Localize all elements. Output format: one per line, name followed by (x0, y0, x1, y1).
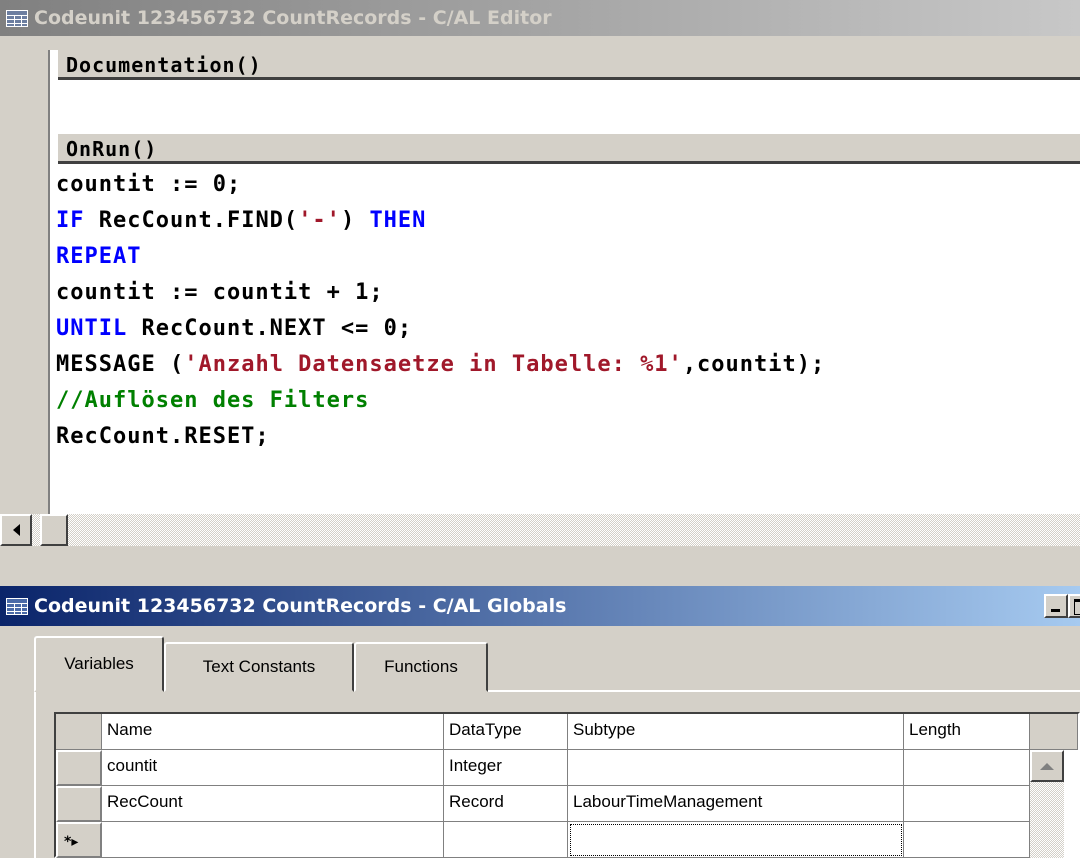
variables-grid[interactable]: Name DataType Subtype Length countit Int… (54, 712, 1080, 858)
editor-horizontal-scrollbar[interactable] (0, 514, 1080, 546)
cell-datatype[interactable] (444, 822, 568, 858)
row-selector[interactable] (56, 750, 102, 786)
code-token: MESSAGE ( (56, 352, 185, 377)
code-line[interactable]: REPEAT (56, 244, 141, 278)
maximize-button[interactable] (1068, 594, 1080, 618)
column-header-length[interactable]: Length (904, 714, 1030, 750)
editor-title-bar[interactable]: Codeunit 123456732 CountRecords - C/AL E… (0, 0, 1080, 36)
cell-datatype[interactable]: Record (444, 786, 568, 822)
keyword-token: IF (56, 208, 85, 233)
editor-title-text: Codeunit 123456732 CountRecords - C/AL E… (34, 7, 552, 29)
cell-length[interactable] (904, 786, 1030, 822)
arrow-left-icon (12, 524, 20, 536)
globals-title-bar[interactable]: Codeunit 123456732 CountRecords - C/AL G… (0, 586, 1080, 626)
cal-editor-window: Codeunit 123456732 CountRecords - C/AL E… (0, 0, 1080, 548)
cell-length[interactable] (904, 750, 1030, 786)
cell-name[interactable] (102, 822, 444, 858)
keyword-token: REPEAT (56, 244, 142, 269)
code-line[interactable]: RecCount.RESET; (56, 424, 270, 458)
keyword-token: THEN (369, 208, 427, 233)
cell-subtype[interactable]: LabourTimeManagement (568, 786, 904, 822)
code-editor-area[interactable]: Documentation() OnRun() countit := 0; IF … (48, 50, 1080, 514)
tab-variables[interactable]: Variables (34, 636, 164, 692)
scroll-thumb[interactable] (40, 514, 68, 546)
grid-vertical-scrollbar[interactable] (1030, 750, 1064, 858)
cell-name[interactable]: RecCount (102, 786, 444, 822)
string-literal: '-' (298, 208, 341, 233)
arrow-up-icon (1040, 762, 1054, 770)
minimize-button[interactable] (1044, 594, 1068, 618)
column-header-subtype[interactable]: Subtype (568, 714, 904, 750)
code-token: ) (340, 208, 370, 233)
cell-name[interactable]: countit (102, 750, 444, 786)
code-token: countit := countit + 1; (56, 280, 384, 305)
cell-subtype-focused[interactable] (568, 822, 904, 858)
editor-client-area: Documentation() OnRun() countit := 0; IF … (0, 36, 1080, 514)
tab-functions[interactable]: Functions (354, 642, 488, 692)
code-token: ,countit); (682, 352, 826, 377)
column-header-blank (1030, 714, 1078, 750)
globals-title-text: Codeunit 123456732 CountRecords - C/AL G… (34, 595, 567, 617)
code-line[interactable]: countit := countit + 1; (56, 280, 384, 314)
code-token: RecCount.NEXT <= 0; (127, 316, 413, 341)
trigger-header-onrun[interactable]: OnRun() (58, 134, 1080, 164)
code-line[interactable]: IF RecCount.FIND('-') THEN (56, 208, 426, 242)
scroll-up-button[interactable] (1030, 750, 1064, 782)
new-record-row-selector[interactable]: *▸ (56, 822, 102, 858)
cell-datatype[interactable]: Integer (444, 750, 568, 786)
code-token: RecCount.FIND( (84, 208, 299, 233)
trigger-header-documentation[interactable]: Documentation() (58, 50, 1080, 80)
comment-text: //Auflösen des Filters (56, 388, 370, 413)
column-header-datatype[interactable]: DataType (444, 714, 568, 750)
table-window-icon (6, 9, 28, 27)
cell-length[interactable] (904, 822, 1030, 858)
table-window-icon (6, 597, 28, 615)
keyword-token: UNTIL (56, 316, 128, 341)
column-header-name[interactable]: Name (102, 714, 444, 750)
code-token: countit := 0; (56, 172, 242, 197)
string-literal: 'Anzahl Datensaetze in Tabelle: %1' (184, 352, 683, 377)
code-token: RecCount.RESET; (56, 424, 270, 449)
scroll-left-button[interactable] (0, 514, 32, 546)
code-line[interactable]: countit := 0; (56, 172, 241, 206)
row-header-corner[interactable] (56, 714, 102, 750)
tab-text-constants[interactable]: Text Constants (164, 642, 354, 692)
code-line[interactable]: UNTIL RecCount.NEXT <= 0; (56, 316, 412, 350)
cell-subtype[interactable] (568, 750, 904, 786)
code-line[interactable]: //Auflösen des Filters (56, 388, 369, 422)
code-line[interactable]: MESSAGE ('Anzahl Datensaetze in Tabelle:… (56, 352, 825, 386)
row-selector[interactable] (56, 786, 102, 822)
